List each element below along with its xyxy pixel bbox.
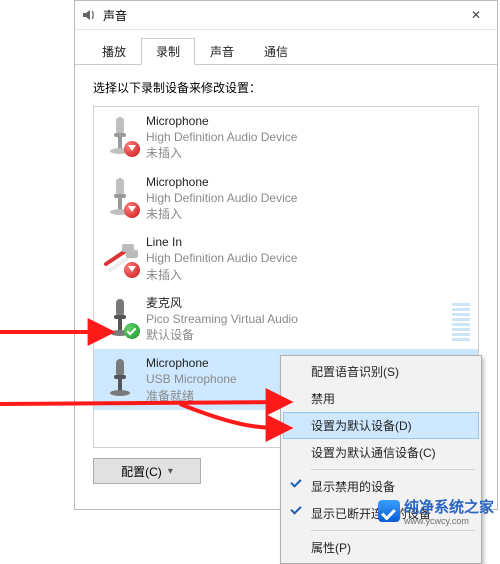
button-label: 配置(C): [121, 463, 162, 480]
device-status: 未插入: [146, 267, 470, 283]
watermark-text: 纯净系统之家: [404, 499, 494, 516]
ctx-set-default-comm[interactable]: 设置为默认通信设备(C): [283, 439, 479, 466]
linein-icon: [102, 234, 138, 278]
ctx-set-default[interactable]: 设置为默认设备(D): [283, 412, 479, 439]
device-name: Line In: [146, 234, 470, 250]
unplugged-badge-icon: [124, 202, 140, 218]
window-title: 声音: [103, 7, 127, 24]
device-driver: Pico Streaming Virtual Audio: [146, 311, 448, 327]
tab-recording[interactable]: 录制: [141, 38, 195, 65]
ctx-properties[interactable]: 属性(P): [283, 534, 479, 561]
device-name: 麦克风: [146, 295, 448, 311]
ctx-disable[interactable]: 禁用: [283, 385, 479, 412]
device-item[interactable]: 麦克风 Pico Streaming Virtual Audio 默认设备: [94, 289, 478, 350]
device-status: 默认设备: [146, 327, 448, 343]
instruction-text: 选择以下录制设备来修改设置：: [93, 79, 479, 96]
close-icon: ✕: [471, 8, 481, 22]
tab-sounds[interactable]: 声音: [195, 38, 249, 65]
device-status: 未插入: [146, 206, 470, 222]
device-driver: High Definition Audio Device: [146, 190, 470, 206]
watermark-logo-icon: [378, 500, 400, 522]
device-driver: High Definition Audio Device: [146, 250, 470, 266]
context-menu: 配置语音识别(S) 禁用 设置为默认设备(D) 设置为默认通信设备(C) 显示禁…: [280, 355, 482, 564]
device-name: Microphone: [146, 113, 470, 129]
tab-communications[interactable]: 通信: [249, 38, 303, 65]
close-button[interactable]: ✕: [455, 1, 497, 29]
titlebar: 声音 ✕: [75, 1, 497, 30]
separator: [311, 530, 475, 531]
unplugged-badge-icon: [124, 262, 140, 278]
tab-strip: 播放 录制 声音 通信: [75, 30, 497, 65]
configure-button[interactable]: 配置(C) ▾: [93, 458, 201, 484]
microphone-icon: [102, 355, 138, 399]
microphone-icon: [102, 295, 138, 339]
separator: [311, 469, 475, 470]
device-status: 未插入: [146, 145, 470, 161]
unplugged-badge-icon: [124, 141, 140, 157]
ctx-configure-speech[interactable]: 配置语音识别(S): [283, 358, 479, 385]
microphone-icon: [102, 113, 138, 157]
speaker-icon: [81, 7, 97, 23]
watermark: 纯净系统之家 www.ycwcy.com: [378, 496, 494, 526]
device-item[interactable]: Microphone High Definition Audio Device …: [94, 168, 478, 229]
microphone-icon: [102, 174, 138, 218]
device-driver: High Definition Audio Device: [146, 129, 470, 145]
level-meter: [452, 295, 470, 341]
default-badge-icon: [124, 323, 140, 339]
device-item[interactable]: Line In High Definition Audio Device 未插入: [94, 228, 478, 289]
chevron-down-icon: ▾: [168, 466, 173, 477]
watermark-url: www.ycwcy.com: [404, 517, 494, 526]
device-item[interactable]: Microphone High Definition Audio Device …: [94, 107, 478, 168]
device-name: Microphone: [146, 174, 470, 190]
tab-playback[interactable]: 播放: [87, 38, 141, 65]
